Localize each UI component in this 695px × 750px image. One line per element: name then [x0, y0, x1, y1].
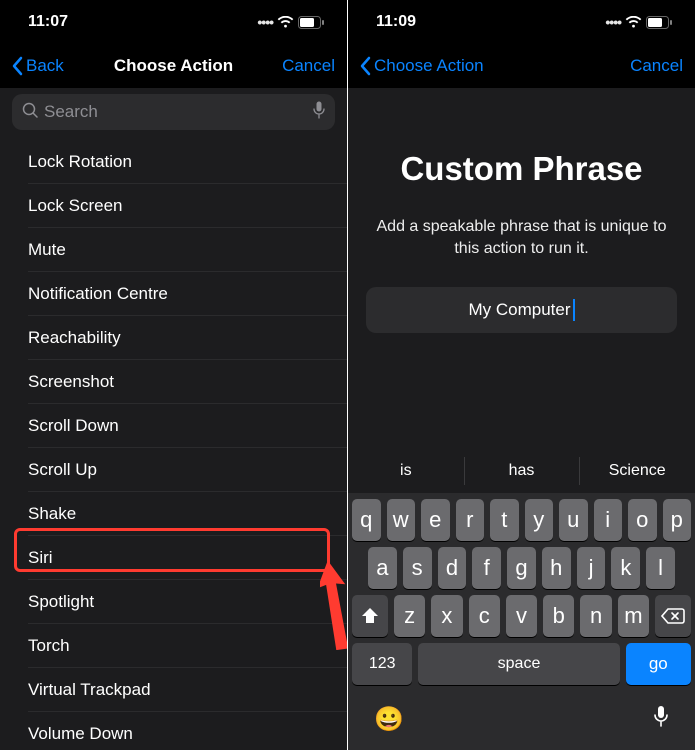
chevron-left-icon [12, 56, 24, 76]
key-delete[interactable] [655, 595, 691, 637]
action-row[interactable]: Spotlight [0, 580, 347, 624]
phrase-value: My Computer [468, 300, 570, 320]
key-o[interactable]: o [628, 499, 657, 541]
chevron-left-icon [360, 56, 372, 76]
action-row[interactable]: Lock Screen [0, 184, 347, 228]
cell-signal-icon: •••• [257, 14, 273, 30]
key-v[interactable]: v [506, 595, 537, 637]
key-f[interactable]: f [472, 547, 501, 589]
action-row[interactable]: Notification Centre [0, 272, 347, 316]
key-k[interactable]: k [611, 547, 640, 589]
key-numbers[interactable]: 123 [352, 643, 412, 685]
key-go[interactable]: go [626, 643, 691, 685]
back-label: Choose Action [374, 56, 484, 76]
suggestion[interactable]: is [348, 449, 464, 493]
key-h[interactable]: h [542, 547, 571, 589]
action-row[interactable]: Torch [0, 624, 347, 668]
action-list: Lock RotationLock ScreenMuteNotification… [0, 140, 347, 750]
battery-icon [298, 16, 325, 29]
search-icon [22, 102, 38, 123]
emoji-icon[interactable]: 😀 [374, 705, 404, 734]
key-z[interactable]: z [394, 595, 425, 637]
wifi-icon [625, 16, 642, 28]
key-w[interactable]: w [387, 499, 416, 541]
back-label: Back [26, 56, 64, 76]
action-row[interactable]: Screenshot [0, 360, 347, 404]
key-u[interactable]: u [559, 499, 588, 541]
page-title: Custom Phrase [348, 150, 695, 188]
status-bar: 11:07 •••• [0, 0, 347, 44]
status-time: 11:07 [28, 13, 68, 31]
suggestion-bar: is has Science [348, 449, 695, 493]
key-space[interactable]: space [418, 643, 619, 685]
key-j[interactable]: j [577, 547, 606, 589]
status-right: •••• [257, 14, 325, 30]
nav-bar: Back Choose Action Cancel [0, 44, 347, 88]
battery-icon [646, 16, 673, 29]
key-l[interactable]: l [646, 547, 675, 589]
cancel-button[interactable]: Cancel [282, 56, 335, 76]
action-row[interactable]: Mute [0, 228, 347, 272]
action-row[interactable]: Volume Down [0, 712, 347, 750]
cancel-label: Cancel [282, 56, 335, 76]
key-shift[interactable] [352, 595, 388, 637]
key-r[interactable]: r [456, 499, 485, 541]
nav-bar: Choose Action Cancel [348, 44, 695, 88]
search-input[interactable] [44, 102, 307, 122]
wifi-icon [277, 16, 294, 28]
status-time: 11:09 [376, 13, 416, 31]
key-g[interactable]: g [507, 547, 536, 589]
key-q[interactable]: q [352, 499, 381, 541]
suggestion[interactable]: has [464, 449, 580, 493]
keyboard: is has Science qwertyuiop asdfghjkl zxcv… [348, 449, 695, 750]
key-s[interactable]: s [403, 547, 432, 589]
search-field[interactable] [12, 94, 335, 130]
action-row[interactable]: Lock Rotation [0, 140, 347, 184]
action-row[interactable]: Siri [0, 536, 347, 580]
phone-left: 11:07 •••• Back Choose Action Cancel [0, 0, 347, 750]
back-button[interactable]: Choose Action [360, 56, 484, 76]
mic-icon[interactable] [313, 101, 325, 124]
action-row[interactable]: Scroll Down [0, 404, 347, 448]
status-right: •••• [605, 14, 673, 30]
delete-icon [661, 607, 685, 625]
status-bar: 11:09 •••• [348, 0, 695, 44]
key-a[interactable]: a [368, 547, 397, 589]
text-caret [573, 299, 575, 321]
key-m[interactable]: m [618, 595, 649, 637]
dictation-icon[interactable] [653, 705, 669, 734]
action-row[interactable]: Virtual Trackpad [0, 668, 347, 712]
key-e[interactable]: e [421, 499, 450, 541]
cancel-label: Cancel [630, 56, 683, 76]
action-row[interactable]: Scroll Up [0, 448, 347, 492]
action-row[interactable]: Shake [0, 492, 347, 536]
phone-right: 11:09 •••• Choose Action Cancel Custom P… [348, 0, 695, 750]
shift-icon [360, 607, 380, 625]
cancel-button[interactable]: Cancel [630, 56, 683, 76]
key-p[interactable]: p [663, 499, 692, 541]
key-b[interactable]: b [543, 595, 574, 637]
key-y[interactable]: y [525, 499, 554, 541]
phrase-input[interactable]: My Computer [366, 287, 677, 333]
page-subtitle: Add a speakable phrase that is unique to… [374, 216, 669, 259]
back-button[interactable]: Back [12, 56, 64, 76]
key-x[interactable]: x [431, 595, 462, 637]
key-t[interactable]: t [490, 499, 519, 541]
suggestion[interactable]: Science [579, 449, 695, 493]
key-n[interactable]: n [580, 595, 611, 637]
key-d[interactable]: d [438, 547, 467, 589]
key-c[interactable]: c [469, 595, 500, 637]
keyboard-bottom: 😀 [348, 691, 695, 750]
cell-signal-icon: •••• [605, 14, 621, 30]
action-row[interactable]: Reachability [0, 316, 347, 360]
key-i[interactable]: i [594, 499, 623, 541]
